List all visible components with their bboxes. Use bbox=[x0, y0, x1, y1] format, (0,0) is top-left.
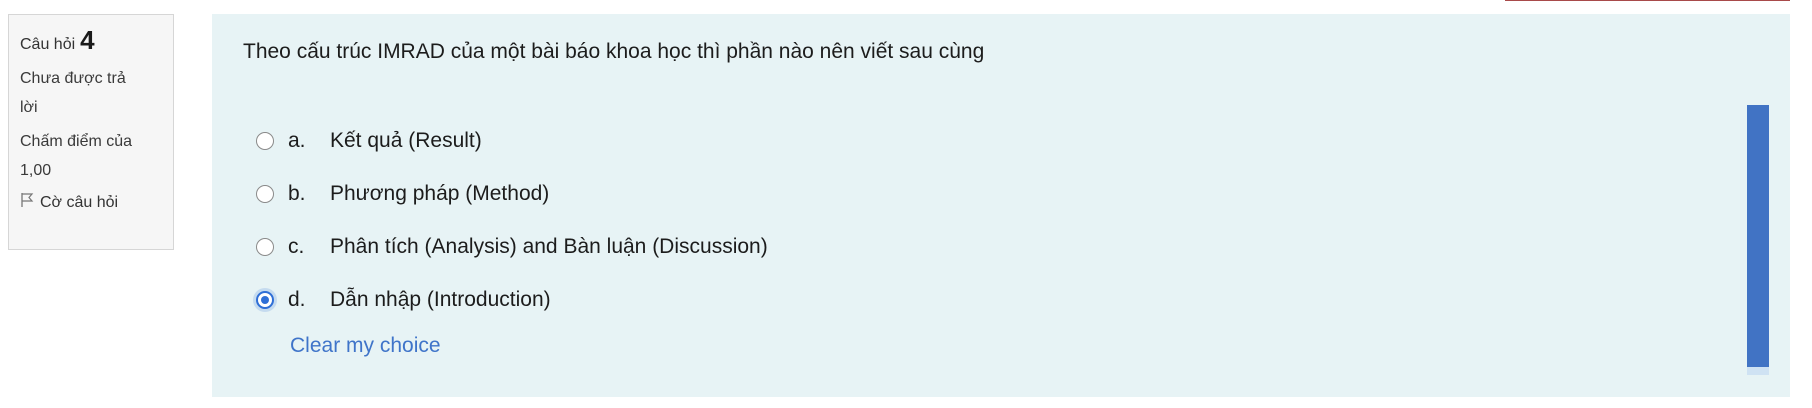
flag-label: Cờ câu hỏi bbox=[40, 193, 119, 211]
question-status: Chưa được trả lời bbox=[20, 64, 162, 122]
answer-letter: a. bbox=[288, 128, 306, 152]
answer-letter: b. bbox=[288, 181, 306, 205]
question-info-panel: Câu hỏi 4 Chưa được trả lời Chấm điểm củ… bbox=[8, 14, 174, 250]
clear-choice-link[interactable]: Clear my choice bbox=[290, 334, 441, 358]
grade-line-1: Chấm điểm của bbox=[20, 133, 133, 150]
answer-letter: d. bbox=[288, 287, 306, 311]
radio-button-d[interactable] bbox=[256, 290, 274, 309]
scrollbar[interactable] bbox=[1747, 105, 1769, 375]
answer-option-a[interactable]: a. Kết quả (Result) bbox=[256, 114, 768, 167]
question-text: Theo cấu trúc IMRAD của một bài báo khoa… bbox=[243, 40, 985, 63]
answer-text: Dẫn nhập (Introduction) bbox=[330, 287, 551, 311]
answer-option-d[interactable]: d. Dẫn nhập (Introduction) bbox=[256, 273, 768, 326]
radio-button-c[interactable] bbox=[256, 237, 274, 256]
question-grade: Chấm điểm của 1,00 bbox=[20, 127, 162, 185]
answer-list: a. Kết quả (Result) b. Phương pháp (Meth… bbox=[256, 114, 768, 326]
answer-option-c[interactable]: c. Phân tích (Analysis) and Bàn luận (Di… bbox=[256, 220, 768, 273]
status-line-1: Chưa được trả bbox=[20, 70, 126, 87]
question-content: Theo cấu trúc IMRAD của một bài báo khoa… bbox=[212, 14, 1790, 397]
radio-button-b[interactable] bbox=[256, 184, 274, 203]
radio-button-a[interactable] bbox=[256, 131, 274, 150]
status-line-2: lời bbox=[20, 99, 38, 116]
answer-text: Phương pháp (Method) bbox=[330, 181, 550, 205]
flag-question-link[interactable]: Cờ câu hỏi bbox=[20, 192, 162, 213]
answer-option-b[interactable]: b. Phương pháp (Method) bbox=[256, 167, 768, 220]
flag-icon bbox=[20, 192, 34, 213]
answer-letter: c. bbox=[288, 234, 305, 258]
grade-line-2: 1,00 bbox=[20, 162, 52, 179]
answer-text: Phân tích (Analysis) and Bàn luận (Discu… bbox=[330, 234, 768, 258]
question-label: Câu hỏi bbox=[20, 36, 76, 53]
top-accent-line bbox=[1505, 0, 1790, 1]
question-number-heading: Câu hỏi 4 bbox=[20, 25, 162, 56]
answer-text: Kết quả (Result) bbox=[330, 128, 482, 152]
scrollbar-thumb[interactable] bbox=[1747, 105, 1769, 367]
question-number: 4 bbox=[80, 25, 95, 55]
